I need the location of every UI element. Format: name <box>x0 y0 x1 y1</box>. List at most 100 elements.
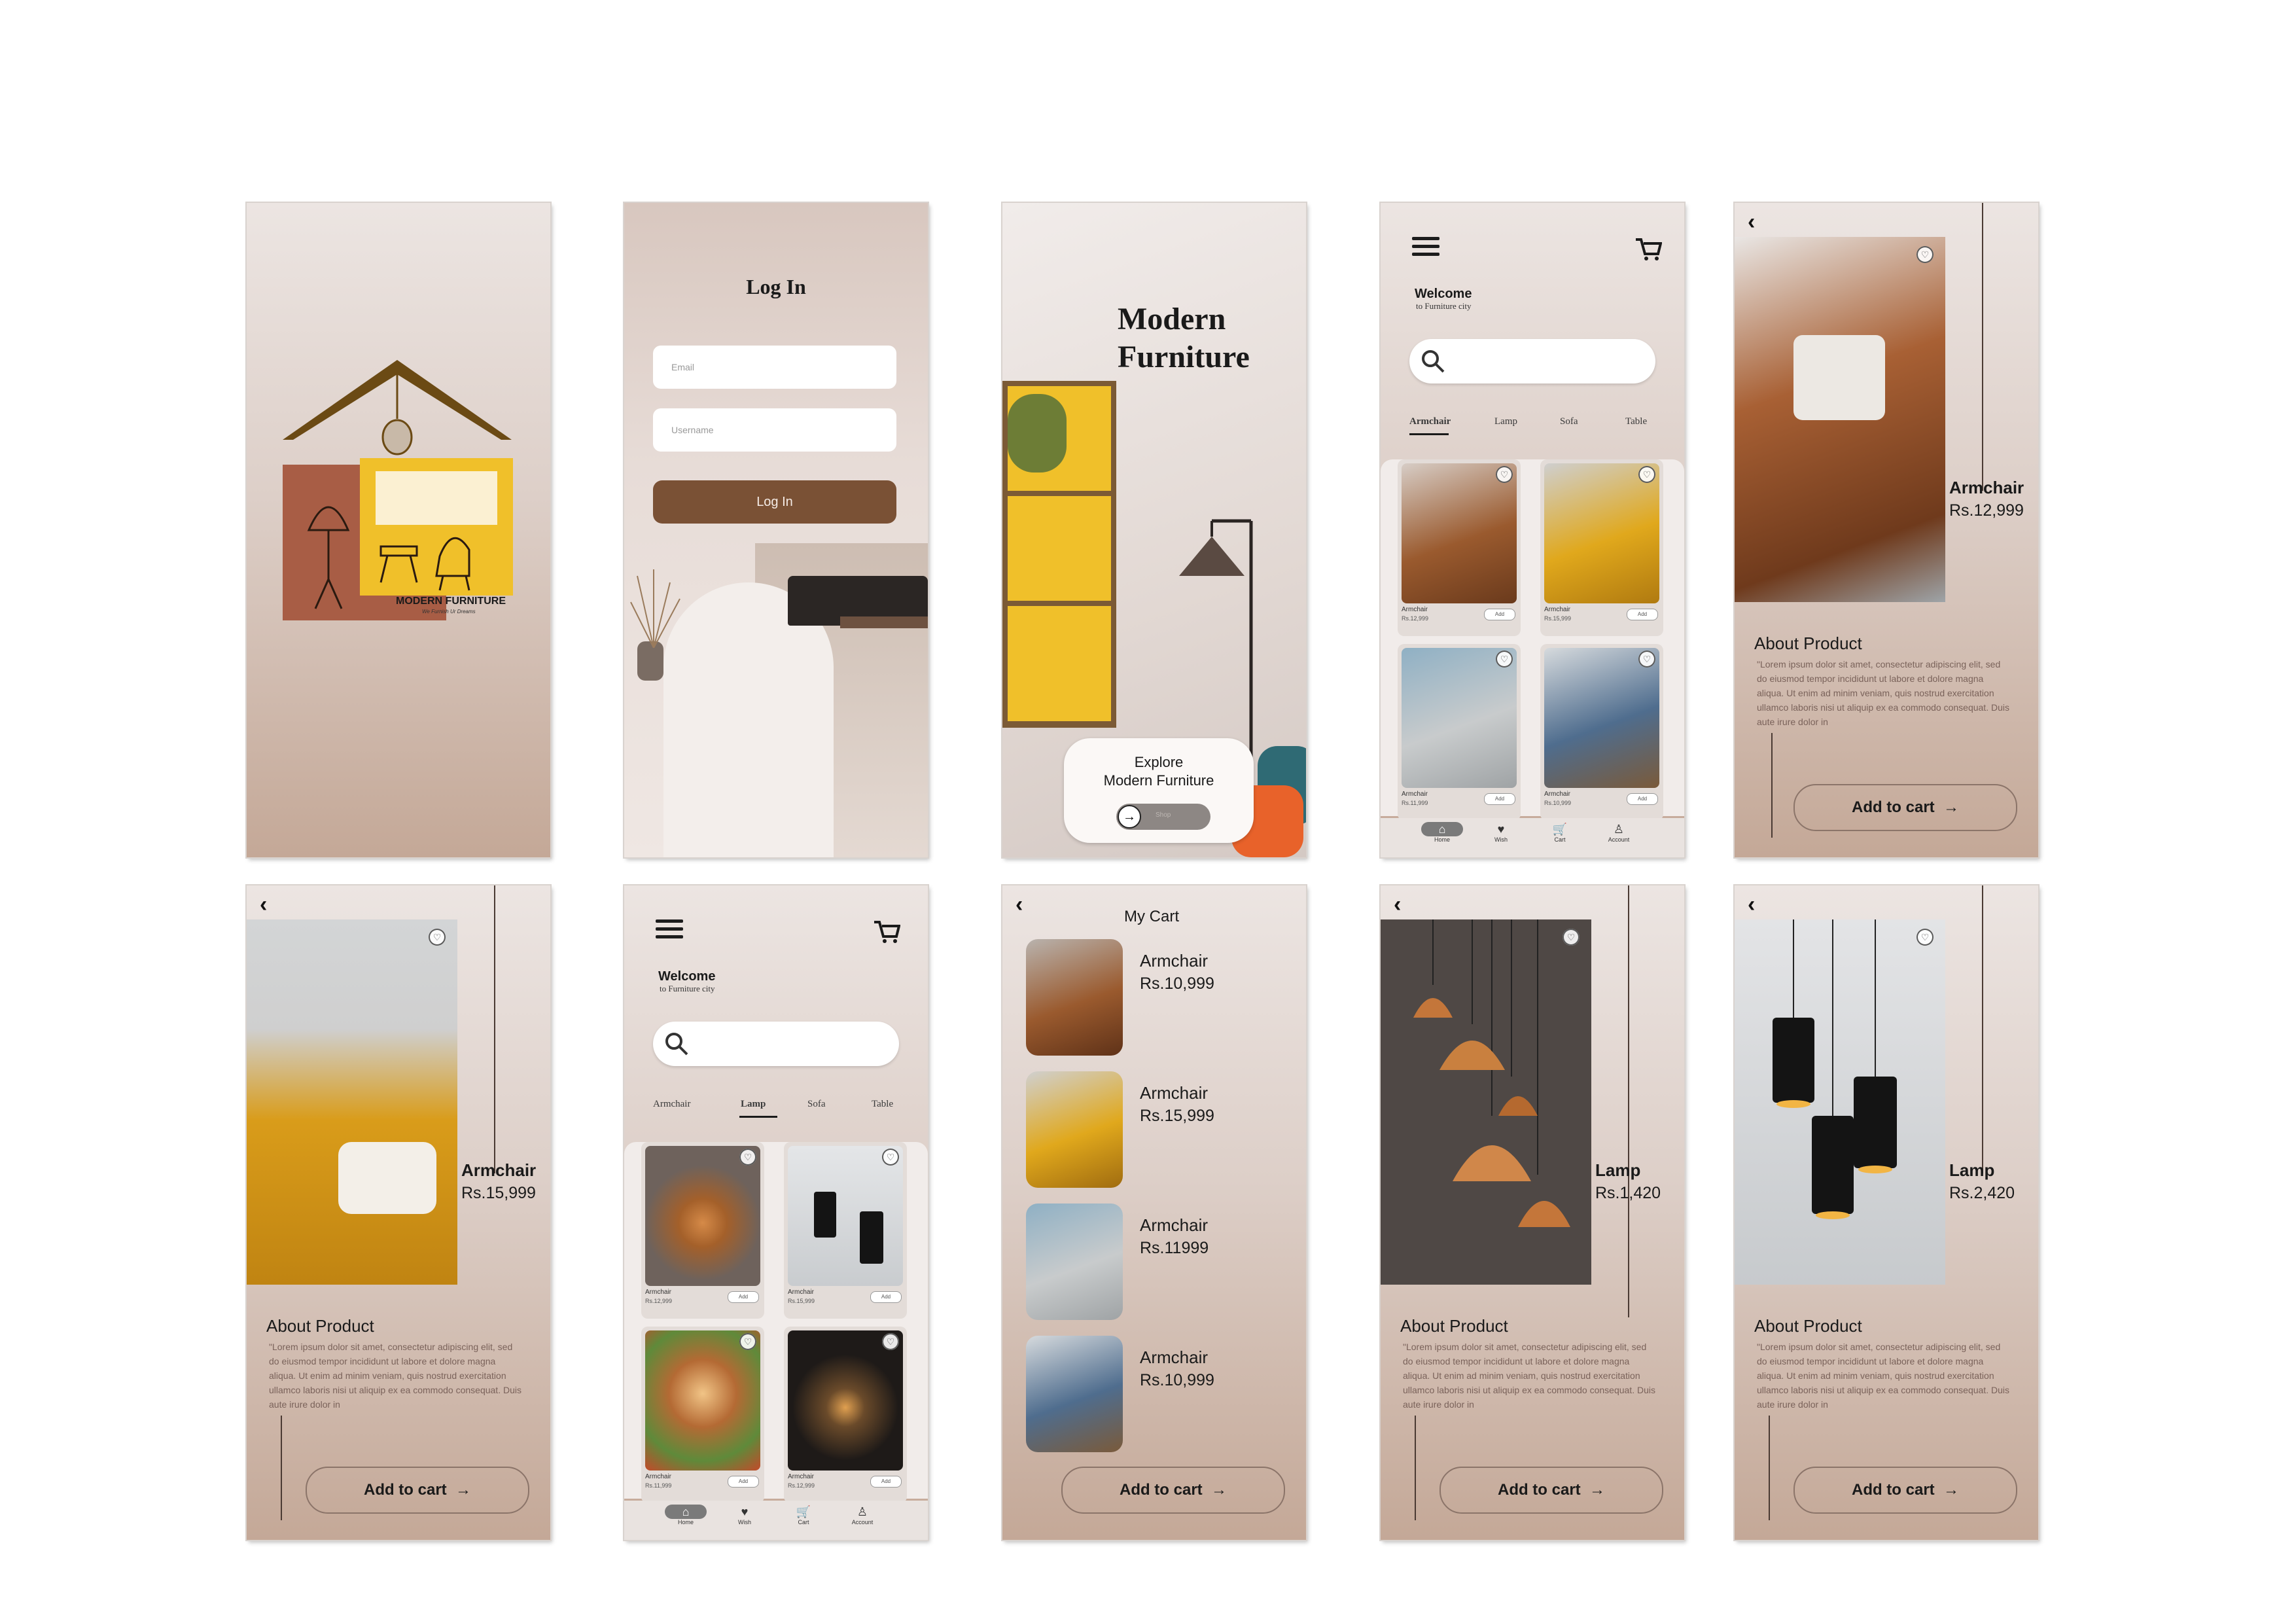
tab-armchair[interactable]: Armchair <box>1409 416 1451 427</box>
add-button[interactable]: Add <box>728 1476 759 1488</box>
add-to-cart-label: Add to cart <box>1851 798 1935 816</box>
product-card[interactable]: ♡ Armchair Rs.15,999 Add <box>784 1142 907 1319</box>
search-input[interactable] <box>1409 339 1655 383</box>
email-field[interactable]: Email <box>653 346 896 389</box>
add-button[interactable]: Add <box>728 1291 759 1303</box>
heart-icon[interactable]: ♡ <box>882 1333 899 1350</box>
nav-label: Wish <box>738 1519 751 1525</box>
product-description: "Lorem ipsum dolor sit amet, consectetur… <box>1757 1342 2009 1410</box>
back-icon[interactable]: ‹ <box>260 892 267 918</box>
divider-line <box>281 1416 282 1520</box>
heart-icon[interactable]: ♡ <box>1563 929 1580 946</box>
product-card[interactable]: ♡ Armchair Rs.12,999 Add <box>641 1142 764 1319</box>
product-card[interactable]: ♡ Armchair Rs.11,999 Add <box>1398 644 1521 821</box>
tab-lamp[interactable]: Lamp <box>741 1099 766 1110</box>
copper-pendant-lamp-image <box>645 1146 760 1286</box>
nav-wish[interactable]: ♥ Wish <box>718 1505 771 1525</box>
user-icon: ♙ <box>1613 823 1625 836</box>
login-button[interactable]: Log In <box>653 480 896 524</box>
product-card[interactable]: ♡ Armchair Rs.12,999 Add <box>784 1327 907 1503</box>
tab-armchair[interactable]: Armchair <box>653 1099 690 1110</box>
product-price: Rs.15,999 <box>461 1184 536 1202</box>
tab-table[interactable]: Table <box>1625 416 1647 427</box>
nav-cart[interactable]: 🛒 Cart <box>777 1505 830 1525</box>
heart-icon[interactable]: ♡ <box>882 1149 899 1166</box>
arrow-right-icon: → <box>1939 1481 1959 1499</box>
arrow-right-icon[interactable]: → <box>1118 805 1141 829</box>
nav-home[interactable]: ⌂ Home <box>660 1505 712 1525</box>
product-description: "Lorem ipsum dolor sit amet, consectetur… <box>269 1342 521 1410</box>
login-screen: Log In Email Username Log In <box>624 203 928 857</box>
add-to-cart-button[interactable]: Add to cart → <box>1793 784 2017 831</box>
cart-icon[interactable] <box>1634 237 1662 262</box>
cart-icon: 🛒 <box>1552 823 1568 836</box>
heart-icon[interactable]: ♡ <box>429 929 446 946</box>
home-icon: ⌂ <box>665 1505 707 1519</box>
heart-icon[interactable]: ♡ <box>1496 466 1513 483</box>
divider-line <box>1415 1416 1416 1520</box>
home-screen-lamp: Welcome to Furniture city Armchair Lamp … <box>624 885 928 1540</box>
product-card[interactable]: ♡ Armchair Rs.12,999 Add <box>1398 459 1521 636</box>
heart-icon[interactable]: ♡ <box>1496 651 1513 668</box>
username-field[interactable]: Username <box>653 408 896 452</box>
tab-lamp[interactable]: Lamp <box>1494 416 1517 427</box>
product-price: Rs.12,999 <box>1949 501 2024 520</box>
heart-icon[interactable]: ♡ <box>1638 466 1655 483</box>
brand-logo <box>283 360 513 620</box>
back-icon[interactable]: ‹ <box>1016 892 1023 918</box>
grey-armchair-image <box>1026 1204 1123 1320</box>
add-button[interactable]: Add <box>1484 793 1515 805</box>
product-card[interactable]: ♡ Armchair Rs.15,999 Add <box>1540 459 1663 636</box>
card-name: Armchair <box>1402 606 1428 613</box>
cart-icon[interactable] <box>873 919 900 944</box>
add-button[interactable]: Add <box>1627 793 1658 805</box>
add-button[interactable]: Add <box>870 1291 902 1303</box>
heart-icon[interactable]: ♡ <box>739 1333 756 1350</box>
product-card[interactable]: ♡ Armchair Rs.10,999 Add <box>1540 644 1663 821</box>
heart-icon[interactable]: ♡ <box>1916 246 1934 263</box>
intro-title-line1: Modern <box>1118 302 1226 336</box>
add-button[interactable]: Add <box>870 1476 902 1488</box>
menu-icon[interactable] <box>656 919 683 939</box>
tab-table[interactable]: Table <box>872 1099 893 1110</box>
nav-wish[interactable]: ♥ Wish <box>1475 822 1527 843</box>
nav-account[interactable]: ♙ Account <box>836 1505 889 1525</box>
add-button[interactable]: Add <box>1627 609 1658 620</box>
heart-icon[interactable]: ♡ <box>1916 929 1934 946</box>
tab-sofa[interactable]: Sofa <box>1560 416 1578 427</box>
heart-icon[interactable]: ♡ <box>1638 651 1655 668</box>
cart-item-price: Rs.11999 <box>1140 1239 1209 1257</box>
explore-slider[interactable]: → Shop <box>1116 804 1210 830</box>
add-button[interactable]: Add <box>1484 609 1515 620</box>
back-icon[interactable]: ‹ <box>1748 209 1755 235</box>
back-icon[interactable]: ‹ <box>1748 892 1755 918</box>
add-to-cart-button[interactable]: Add to cart → <box>1439 1467 1663 1514</box>
add-to-cart-button[interactable]: Add to cart → <box>306 1467 529 1514</box>
card-name: Armchair <box>1544 791 1571 798</box>
search-input[interactable] <box>653 1022 899 1066</box>
tab-sofa[interactable]: Sofa <box>807 1099 826 1110</box>
heart-icon[interactable]: ♡ <box>739 1149 756 1166</box>
cart-item-name: Armchair <box>1140 951 1209 971</box>
card-price: Rs.11,999 <box>645 1482 672 1489</box>
add-to-cart-button[interactable]: Add to cart → <box>1061 1467 1285 1514</box>
cart-item-name: Armchair <box>1140 1215 1209 1235</box>
nav-cart[interactable]: 🛒 Cart <box>1534 822 1586 843</box>
yellow-armchair-image <box>1026 1071 1123 1188</box>
user-icon: ♙ <box>857 1505 868 1518</box>
about-heading: About Product <box>1400 1316 1508 1336</box>
back-icon[interactable]: ‹ <box>1394 892 1401 918</box>
nav-label: Cart <box>798 1519 809 1525</box>
explore-card[interactable]: Explore Modern Furniture → Shop <box>1064 738 1254 843</box>
arrow-right-icon: → <box>451 1481 471 1499</box>
product-name: Lamp <box>1595 1160 1641 1180</box>
nav-home[interactable]: ⌂ Home <box>1416 822 1468 843</box>
add-to-cart-button[interactable]: Add to cart → <box>1793 1467 2017 1514</box>
cart-screen: ‹ My Cart Armchair Rs.10,999 Armchair Rs… <box>1002 885 1306 1540</box>
card-name: Armchair <box>788 1289 815 1296</box>
menu-icon[interactable] <box>1412 237 1439 257</box>
explore-line2: Modern Furniture <box>1103 772 1214 789</box>
nav-account[interactable]: ♙ Account <box>1593 822 1645 843</box>
product-description: "Lorem ipsum dolor sit amet, consectetur… <box>1403 1342 1655 1410</box>
product-card[interactable]: ♡ Armchair Rs.11,999 Add <box>641 1327 764 1503</box>
